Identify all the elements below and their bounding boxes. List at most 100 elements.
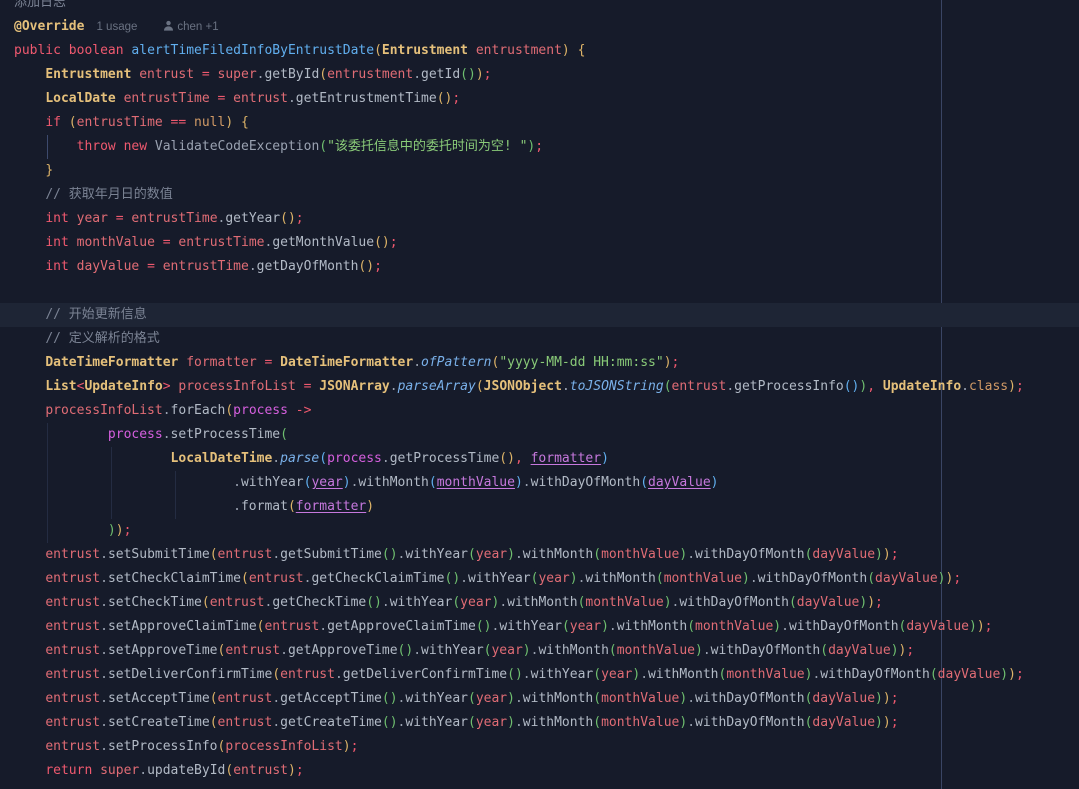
token-cls: List (45, 379, 76, 394)
token-pl (14, 91, 45, 106)
code-editor[interactable]: 添加日志@Override1 usagechen +1public boolea… (0, 0, 1079, 789)
token-pl (523, 451, 531, 466)
code-line-17[interactable]: processInfoList.forEach(process -> (0, 399, 1079, 423)
token-pl (69, 259, 77, 274)
token-var: monthValue (617, 643, 695, 658)
token-kw: return (45, 763, 92, 778)
code-line-19[interactable]: LocalDateTime.parse(process.getProcessTi… (0, 447, 1079, 471)
code-line-22[interactable]: )); (0, 519, 1079, 543)
token-pl (875, 379, 883, 394)
token-p2: ( (468, 715, 476, 730)
token-p1: } (45, 163, 53, 178)
token-kw: int (45, 259, 68, 274)
code-line-18[interactable]: process.setProcessTime( (0, 423, 1079, 447)
token-p1: ( (69, 115, 77, 130)
code-line-1[interactable]: @Override1 usagechen +1 (0, 15, 1079, 39)
token-fn: getCheckTime (272, 595, 366, 610)
token-pl: . (609, 619, 617, 634)
code-line-8[interactable]: // 获取年月日的数值 (0, 183, 1079, 207)
token-pl: . (499, 595, 507, 610)
token-op: = (257, 355, 280, 370)
token-pl: . (382, 451, 390, 466)
token-pl: . (100, 691, 108, 706)
token-pl: . (460, 571, 468, 586)
code-line-14[interactable]: // 定义解析的格式 (0, 327, 1079, 351)
token-fn: withMonth (523, 547, 593, 562)
token-var: entrust (233, 91, 288, 106)
token-var: monthValue (695, 619, 773, 634)
token-var: entrust (225, 643, 280, 658)
token-p1: ( (202, 595, 210, 610)
token-p1: { (578, 43, 586, 58)
code-line-10[interactable]: int monthValue = entrustTime.getMonthVal… (0, 231, 1079, 255)
token-pl: . (726, 379, 734, 394)
code-line-16[interactable]: List<UpdateInfo> processInfoList = JSONA… (0, 375, 1079, 399)
code-line-11[interactable]: int dayValue = entrustTime.getDayOfMonth… (0, 255, 1079, 279)
token-p3: ) (343, 475, 351, 490)
code-line-4[interactable]: LocalDate entrustTime = entrust.getEntru… (0, 87, 1079, 111)
code-line-0[interactable]: 添加日志 (0, 0, 1079, 15)
token-pl (14, 691, 45, 706)
token-p1: ) (1008, 379, 1016, 394)
token-p2: ( (593, 691, 601, 706)
token-p2: ) (969, 619, 977, 634)
code-line-20[interactable]: .withYear(year).withMonth(monthValue).wi… (0, 471, 1079, 495)
code-line-29[interactable]: entrust.setAcceptTime(entrust.getAcceptT… (0, 687, 1079, 711)
code-line-9[interactable]: int year = entrustTime.getYear(); (0, 207, 1079, 231)
token-p2: () (366, 595, 382, 610)
code-line-5[interactable]: if (entrustTime == null) { (0, 111, 1079, 135)
token-var: entrust (218, 691, 273, 706)
token-fn: setSubmitTime (108, 547, 210, 562)
token-p2: ( (319, 139, 327, 154)
token-pl: . (272, 715, 280, 730)
token-p2: ( (468, 547, 476, 562)
token-hint: 1 usage (96, 21, 137, 33)
token-var: year (491, 643, 522, 658)
code-line-32[interactable]: return super.updateById(entrust); (0, 759, 1079, 783)
code-line-31[interactable]: entrust.setProcessInfo(processInfoList); (0, 735, 1079, 759)
code-line-15[interactable]: DateTimeFormatter formatter = DateTimeFo… (0, 351, 1079, 375)
token-pl: . (280, 643, 288, 658)
code-line-2[interactable]: public boolean alertTimeFiledInfoByEntru… (0, 39, 1079, 63)
code-line-21[interactable]: .format(formatter) (0, 495, 1079, 519)
token-op: ; (906, 643, 914, 658)
token-var: entrust (45, 715, 100, 730)
token-pl: . (523, 667, 531, 682)
token-fn: getDeliverConfirmTime (343, 667, 507, 682)
code-line-7[interactable]: } (0, 159, 1079, 183)
token-p1: () (499, 451, 515, 466)
code-line-27[interactable]: entrust.setApproveTime(entrust.getApprov… (0, 639, 1079, 663)
token-fn: setApproveTime (108, 643, 218, 658)
code-line-12[interactable] (0, 279, 1079, 303)
token-op: ; (535, 139, 543, 154)
token-op: == (163, 115, 194, 130)
token-p1: ) (664, 355, 672, 370)
token-pl: . (100, 571, 108, 586)
token-str: "该委托信息中的委托时间为空! " (327, 139, 527, 154)
code-line-25[interactable]: entrust.setCheckTime(entrust.getCheckTim… (0, 591, 1079, 615)
code-line-23[interactable]: entrust.setSubmitTime(entrust.getSubmitT… (0, 543, 1079, 567)
code-line-3[interactable]: Entrustment entrust = super.getById(entr… (0, 63, 1079, 87)
token-var: processInfoList (45, 403, 162, 418)
code-line-30[interactable]: entrust.setCreateTime(entrust.getCreateT… (0, 711, 1079, 735)
token-fn: withDayOfMonth (695, 691, 805, 706)
token-cmt: // 开始更新信息 (45, 307, 146, 322)
token-p2: ) (695, 643, 703, 658)
code-line-26[interactable]: entrust.setApproveClaimTime(entrust.getA… (0, 615, 1079, 639)
token-fn: getCreateTime (280, 715, 382, 730)
token-pl (14, 139, 77, 154)
code-line-6[interactable]: throw new ValidateCodeException("该委托信息中的… (0, 135, 1079, 159)
token-p1: ( (210, 715, 218, 730)
token-fn: setCreateTime (108, 715, 210, 730)
code-line-24[interactable]: entrust.setCheckClaimTime(entrust.getChe… (0, 567, 1079, 591)
token-cls: LocalDate (45, 91, 115, 106)
token-fn: getYear (225, 211, 280, 226)
token-pl (14, 619, 45, 634)
code-line-13[interactable]: // 开始更新信息 (0, 303, 1079, 327)
token-var: dayValue (812, 715, 875, 730)
token-pl: . (100, 595, 108, 610)
code-line-28[interactable]: entrust.setDeliverConfirmTime(entrust.ge… (0, 663, 1079, 687)
token-op: , (515, 451, 523, 466)
token-var: entrust (45, 643, 100, 658)
token-var: dayValue (797, 595, 860, 610)
